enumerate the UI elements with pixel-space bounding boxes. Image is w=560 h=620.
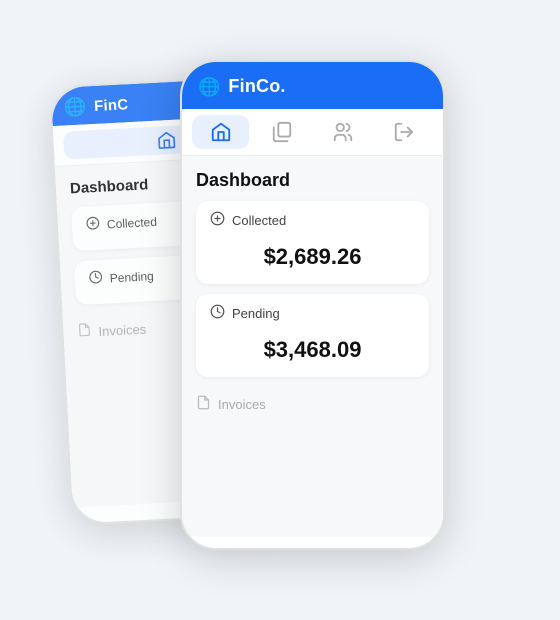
- front-nav: [182, 109, 443, 156]
- front-nav-logout[interactable]: [376, 115, 433, 149]
- phone-front: 🌐 FinCo. Dashboard: [180, 60, 445, 550]
- back-clock-icon: [88, 270, 103, 289]
- front-invoices-icon: [196, 395, 211, 414]
- back-app-name: FinC: [94, 96, 129, 115]
- front-header: 🌐 FinCo.: [182, 62, 443, 109]
- back-invoices-label: Invoices: [98, 321, 146, 338]
- front-invoices-label: Invoices: [218, 397, 266, 412]
- front-logo-icon: 🌐: [198, 78, 220, 96]
- front-pending-text: Pending: [232, 306, 280, 321]
- front-pending-card: Pending $3,468.09: [196, 294, 429, 377]
- front-collected-text: Collected: [232, 213, 286, 228]
- back-invoices-icon: [77, 322, 92, 341]
- front-nav-users[interactable]: [315, 115, 372, 149]
- front-pending-label: Pending: [210, 304, 415, 323]
- front-clock-icon: [210, 304, 225, 323]
- front-nav-documents[interactable]: [253, 115, 310, 149]
- front-app-name: FinCo.: [228, 76, 285, 97]
- front-dollar-icon: [210, 211, 225, 230]
- back-logo-icon: 🌐: [63, 97, 86, 116]
- front-page-title: Dashboard: [196, 170, 429, 191]
- front-nav-home[interactable]: [192, 115, 249, 149]
- front-collected-card: Collected $2,689.26: [196, 201, 429, 284]
- front-content: Dashboard Collected $2,689.26: [182, 156, 443, 537]
- front-invoices-section: Invoices: [196, 387, 429, 414]
- back-dollar-icon: [86, 216, 101, 235]
- front-collected-label: Collected: [210, 211, 415, 230]
- front-pending-amount: $3,468.09: [210, 329, 415, 367]
- front-collected-amount: $2,689.26: [210, 236, 415, 274]
